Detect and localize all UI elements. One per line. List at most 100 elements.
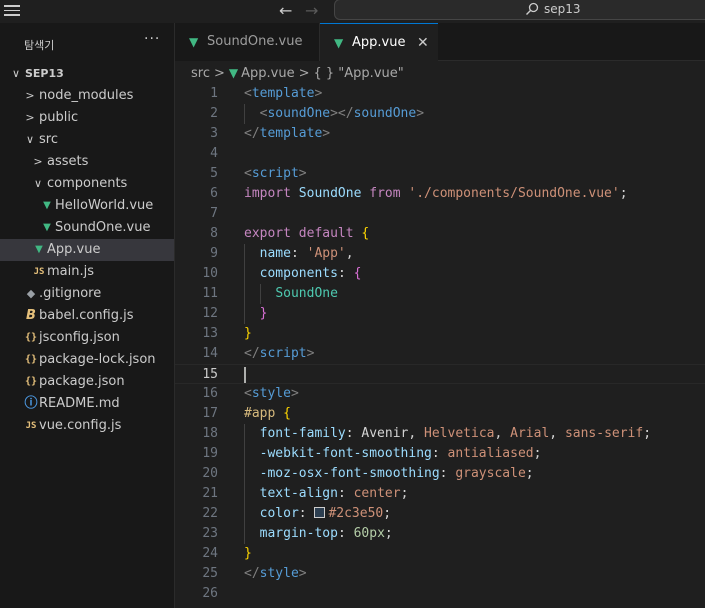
- line-number: 9: [210, 246, 218, 261]
- code-line[interactable]: 19 -webkit-font-smoothing: antialiased;: [175, 444, 705, 464]
- chevron-right-icon: >: [25, 111, 35, 124]
- line-number: 25: [202, 566, 218, 581]
- code-line[interactable]: 23 margin-top: 60px;: [175, 524, 705, 544]
- tree-file[interactable]: Bbabel.config.js: [0, 305, 174, 327]
- tree-file[interactable]: JS vue.config.js: [0, 415, 174, 437]
- color-swatch-icon[interactable]: [314, 507, 326, 518]
- code-text: }: [244, 324, 252, 344]
- code-text: <style>: [244, 384, 299, 404]
- code-token: </: [244, 126, 260, 141]
- tab-label: SoundOne.vue: [207, 34, 303, 49]
- code-line[interactable]: 9 name: 'App',: [175, 244, 705, 264]
- code-text: -moz-osx-font-smoothing: grayscale;: [244, 464, 534, 484]
- tree-file[interactable]: {} package-lock.json: [0, 349, 174, 371]
- tree-folder[interactable]: > assets: [0, 151, 174, 173]
- code-line[interactable]: 10 components: {: [175, 264, 705, 284]
- tree-file[interactable]: JS main.js: [0, 261, 174, 283]
- code-line[interactable]: 5 <script>: [175, 164, 705, 184]
- command-center-search[interactable]: sep13: [334, 0, 705, 20]
- code-line[interactable]: 3 </template>: [175, 124, 705, 144]
- code-token: ;: [533, 446, 542, 461]
- line-number: 10: [202, 266, 218, 281]
- close-icon[interactable]: ✕: [417, 24, 429, 62]
- line-number: 13: [202, 326, 218, 341]
- vue-file-icon: ▼: [189, 35, 199, 49]
- code-text: }: [244, 304, 268, 324]
- menu-icon[interactable]: [4, 3, 20, 17]
- code-token: >: [314, 86, 323, 101]
- forward-arrow-icon[interactable]: →: [305, 1, 318, 20]
- line-number: 12: [202, 306, 218, 321]
- tree-file[interactable]: ◆ .gitignore: [0, 283, 174, 305]
- code-line[interactable]: 21 text-align: center;: [175, 484, 705, 504]
- code-line[interactable]: 24}: [175, 544, 705, 564]
- code-line[interactable]: 7: [175, 204, 705, 224]
- code-line[interactable]: 18 font-family: Avenir, Helvetica, Arial…: [175, 424, 705, 444]
- tree-file[interactable]: {} jsconfig.json: [0, 327, 174, 349]
- code-token: :: [298, 506, 315, 521]
- tree-folder[interactable]: ∨ src: [0, 129, 174, 151]
- tree-item-label: src: [39, 132, 58, 147]
- breadcrumb-folder[interactable]: src: [191, 63, 210, 85]
- code-token: 60px: [353, 526, 385, 541]
- code-token: style: [251, 386, 291, 401]
- code-line[interactable]: 13}: [175, 324, 705, 344]
- breadcrumb-file[interactable]: App.vue: [241, 63, 294, 85]
- tree-file[interactable]: {} package.json: [0, 371, 174, 393]
- tree-file[interactable]: ▼ App.vue: [0, 239, 174, 261]
- code-line[interactable]: 16 <style>: [175, 384, 705, 404]
- code-line[interactable]: 25 </style>: [175, 564, 705, 584]
- code-token: antialiased: [447, 446, 534, 461]
- code-line[interactable]: 2 <soundOne></soundOne>: [175, 104, 705, 124]
- tab-soundone-vue[interactable]: ▼ SoundOne.vue: [175, 23, 320, 61]
- code-line[interactable]: 12 }: [175, 304, 705, 324]
- code-line[interactable]: 6 import SoundOne from './components/Soun…: [175, 184, 705, 204]
- line-number: 6: [210, 186, 218, 201]
- code-text: -webkit-font-smoothing: antialiased;: [244, 444, 542, 464]
- vue-file-icon: ▼: [43, 222, 51, 233]
- code-token: >: [298, 166, 307, 181]
- code-line[interactable]: 11 SoundOne: [175, 284, 705, 304]
- tree-file[interactable]: ▼ HelloWorld.vue: [0, 195, 174, 217]
- tab-app-vue[interactable]: ▼ App.vue ✕: [320, 23, 438, 62]
- line-number: 2: [210, 106, 218, 121]
- breadcrumb-symbol[interactable]: { } "App.vue": [314, 63, 404, 85]
- code-line[interactable]: 22 color: #2c3e50;: [175, 504, 705, 524]
- tree-folder[interactable]: ∨ SEP13: [0, 63, 174, 85]
- code-token: margin-top: [259, 526, 338, 541]
- code-token: }: [244, 546, 252, 561]
- code-line[interactable]: 20 -moz-osx-font-smoothing: grayscale;: [175, 464, 705, 484]
- code-token: ;: [525, 466, 534, 481]
- code-line[interactable]: 4: [175, 144, 705, 164]
- tree-folder[interactable]: > node_modules: [0, 85, 174, 107]
- code-token: Arial: [510, 426, 550, 441]
- tree-folder[interactable]: ∨ components: [0, 173, 174, 195]
- code-line[interactable]: 26: [175, 584, 705, 604]
- tree-item-label: package.json: [39, 374, 125, 389]
- code-token: ;: [619, 186, 628, 201]
- code-token: script: [251, 166, 299, 181]
- tree-item-label: README.md: [39, 396, 120, 411]
- code-line[interactable]: 1 <template>: [175, 84, 705, 104]
- chevron-down-icon: ∨: [33, 177, 43, 190]
- code-line[interactable]: 8 export default {: [175, 224, 705, 244]
- tree-file[interactable]: ⓘ README.md: [0, 393, 174, 415]
- back-arrow-icon[interactable]: ←: [279, 1, 292, 20]
- code-line[interactable]: 17 #app {: [175, 404, 705, 424]
- json-file-icon: {}: [24, 354, 38, 365]
- code-token: :: [337, 266, 354, 281]
- tree-folder[interactable]: > public: [0, 107, 174, 129]
- code-editor[interactable]: 1 <template> 2 <soundOne></soundOne> 3 </tem…: [175, 84, 705, 608]
- more-actions-icon[interactable]: ···: [144, 31, 160, 47]
- code-line[interactable]: 15: [175, 364, 705, 384]
- code-line[interactable]: 14 </script>: [175, 344, 705, 364]
- code-token: :: [337, 486, 354, 501]
- tree-item-label: package-lock.json: [39, 352, 156, 367]
- code-text: <soundOne></soundOne>: [244, 104, 424, 124]
- code-text: #app {: [244, 404, 291, 424]
- tree-file[interactable]: ▼ SoundOne.vue: [0, 217, 174, 239]
- vue-file-icon: ▼: [43, 200, 51, 211]
- code-text: margin-top: 60px;: [244, 524, 393, 544]
- code-text: name: 'App',: [244, 244, 354, 264]
